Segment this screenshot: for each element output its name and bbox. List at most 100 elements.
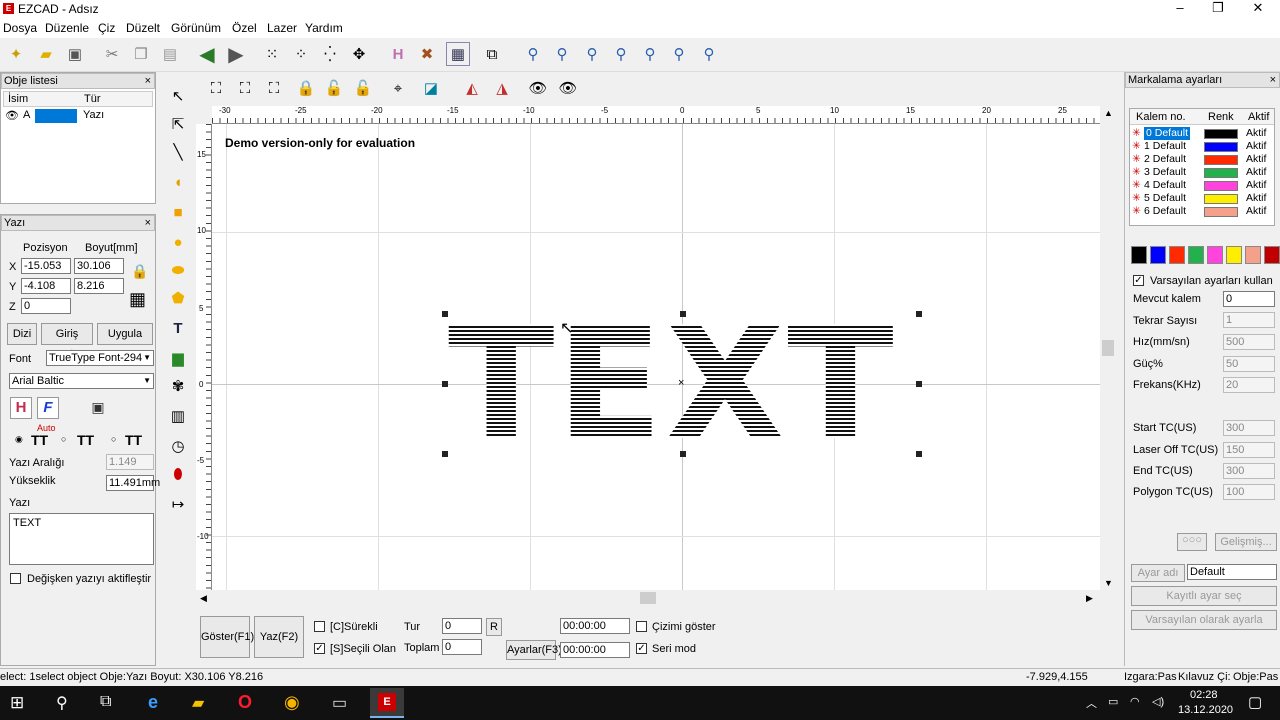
color-swatch[interactable] — [1207, 246, 1223, 264]
curve-icon[interactable]: ◖ — [166, 170, 190, 194]
color-fill-icon[interactable]: ◪ — [419, 76, 443, 100]
z-position-input[interactable]: 0 — [21, 298, 71, 314]
zoom-out-icon[interactable]: ⚲ — [609, 42, 633, 66]
column-color[interactable]: Renk — [1208, 111, 1234, 123]
advanced-button[interactable]: Gelişmiş... — [1215, 533, 1277, 551]
zoom-plus-icon[interactable]: ⚲ — [580, 42, 604, 66]
array-button[interactable]: Dizi — [7, 323, 37, 345]
scroll-left-icon[interactable]: ◀ — [200, 593, 207, 604]
node-arrow-icon[interactable]: ⇱ — [166, 112, 190, 136]
file-explorer-icon[interactable]: ▰ — [192, 693, 204, 713]
pen-row[interactable]: ✳ 3 Default Aktif — [1132, 166, 1272, 179]
align-grid-icon[interactable]: ⛶ — [262, 76, 286, 100]
selection-handle[interactable] — [442, 381, 448, 387]
color-swatch[interactable] — [1150, 246, 1166, 264]
save-file-icon[interactable]: ▣ — [63, 42, 87, 66]
column-pen[interactable]: Kalem no. — [1136, 111, 1186, 123]
wobble-button[interactable]: ○○○ — [1177, 533, 1207, 551]
selection-handle[interactable] — [442, 451, 448, 457]
pen-row[interactable]: ✳ 5 Default Aktif — [1132, 192, 1272, 205]
radio-auto[interactable]: ◉ — [15, 434, 23, 445]
height-input[interactable]: 8.216 — [74, 278, 124, 294]
polygon-icon[interactable]: ⬟ — [166, 286, 190, 310]
mirror-horizontal-icon[interactable]: ◭ — [460, 76, 484, 100]
pen-row[interactable]: ✳ 0 Default Aktif — [1132, 127, 1272, 140]
radio-center[interactable]: ○ — [61, 434, 66, 444]
menu-help[interactable]: Yardım — [305, 21, 343, 35]
layers-icon[interactable]: ⧉ — [480, 42, 504, 66]
use-default-checkbox[interactable]: ✓ — [1133, 275, 1144, 286]
menu-laser[interactable]: Lazer — [267, 21, 297, 35]
copy-icon[interactable]: ❐ — [129, 42, 153, 66]
pen-row[interactable]: ✳ 1 Default Aktif — [1132, 140, 1272, 153]
speed-input[interactable]: 500 — [1223, 334, 1275, 350]
close-icon[interactable]: × — [145, 216, 151, 230]
selected-checkbox[interactable]: ✓ — [314, 643, 325, 654]
polygon-tc-input[interactable]: 100 — [1223, 484, 1275, 500]
set-default-button[interactable]: Varsayılan olarak ayarla — [1131, 610, 1277, 630]
horizontal-scrollbar[interactable]: ◀ ▶ — [196, 590, 1100, 606]
width-input[interactable]: 30.106 — [74, 258, 124, 274]
repeat-count-input[interactable]: 1 — [1223, 312, 1275, 328]
image-icon[interactable]: ▆ — [166, 346, 190, 370]
menu-draw[interactable]: Çiz — [98, 21, 115, 35]
menu-edit[interactable]: Düzenle — [45, 21, 89, 35]
pen-row[interactable]: ✳ 2 Default Aktif — [1132, 153, 1272, 166]
font-format-icon[interactable]: F — [37, 397, 59, 419]
selection-handle[interactable] — [916, 451, 922, 457]
align-node-icon[interactable]: ⛶ — [204, 76, 228, 100]
pen-row[interactable]: ✳ 6 Default Aktif — [1132, 205, 1272, 218]
zoom-selection-icon[interactable]: ⚲ — [667, 42, 691, 66]
volume-icon[interactable]: ◁) — [1152, 695, 1164, 708]
save-font-icon[interactable]: ▣ — [89, 399, 107, 417]
close-icon[interactable]: × — [1270, 73, 1276, 87]
color-swatch[interactable] — [1264, 246, 1280, 264]
start-tc-input[interactable]: 300 — [1223, 420, 1275, 436]
serial-mode-checkbox[interactable]: ✓ — [636, 643, 647, 654]
unlock-icon[interactable]: 🔓 — [322, 76, 346, 100]
paste-icon[interactable]: ▤ — [158, 42, 182, 66]
mirror-vertical-icon[interactable]: ◮ — [490, 76, 514, 100]
y-position-input[interactable]: -4.108 — [21, 278, 71, 294]
status-guide[interactable]: Kılavuz Çi: — [1178, 671, 1231, 683]
pen-scrollbar[interactable] — [1129, 226, 1275, 238]
input-output-icon[interactable]: ⬮ — [166, 462, 190, 486]
cut-icon[interactable]: ✂ — [100, 42, 124, 66]
color-swatch[interactable] — [1188, 246, 1204, 264]
radio-edge[interactable]: ○ — [111, 434, 116, 444]
node-edit-icon[interactable]: ⁙ — [260, 42, 284, 66]
color-swatch[interactable] — [1169, 246, 1185, 264]
char-spacing-input[interactable]: 1.149 — [106, 454, 154, 470]
vertical-scrollbar[interactable]: ▲ ▼ — [1100, 106, 1116, 590]
tur-input[interactable]: 0 — [442, 618, 482, 634]
transform-icon[interactable]: ⌖ — [386, 76, 410, 100]
input-port-button[interactable]: Giriş portu — [41, 323, 93, 360]
redo-icon[interactable]: ▶ — [224, 42, 248, 66]
param-name-button[interactable]: Ayar adı — [1131, 564, 1185, 582]
mark-button[interactable]: Yaz(F2) — [254, 616, 304, 658]
node-select-icon[interactable]: ⁘ — [289, 42, 313, 66]
edge-browser-icon[interactable]: e — [148, 692, 158, 713]
laser-off-tc-input[interactable]: 150 — [1223, 442, 1275, 458]
selection-handle[interactable] — [916, 311, 922, 317]
network-icon[interactable]: ▭ — [1108, 695, 1118, 708]
current-pen-input[interactable]: 0 — [1223, 291, 1275, 307]
x-position-input[interactable]: -15.053 — [21, 258, 71, 274]
text-content-area[interactable]: TEXT — [9, 513, 154, 565]
selection-handle[interactable] — [442, 311, 448, 317]
minimize-button[interactable]: – — [1160, 0, 1200, 18]
windows-start-icon[interactable]: ⊞ — [10, 693, 24, 713]
show-drawing-checkbox[interactable] — [636, 621, 647, 632]
column-type[interactable]: Tür — [84, 93, 101, 105]
lock-icon[interactable]: 🔒 — [131, 263, 148, 280]
settings-button[interactable]: Ayarlar(F3) — [506, 640, 562, 660]
vector-file-icon[interactable]: ✾ — [166, 374, 190, 398]
timer-icon[interactable]: ◷ — [166, 434, 190, 458]
app-window-icon[interactable]: ▭ — [332, 693, 347, 713]
power-input[interactable]: 50 — [1223, 356, 1275, 372]
menu-view[interactable]: Görünüm — [171, 21, 221, 35]
red-light-preview-icon[interactable]: 👁 — [526, 76, 550, 100]
font-name-select[interactable]: Arial Baltic ▼ — [9, 373, 154, 389]
column-name[interactable]: İsim — [8, 93, 28, 105]
open-file-icon[interactable]: ▰ — [34, 42, 58, 66]
